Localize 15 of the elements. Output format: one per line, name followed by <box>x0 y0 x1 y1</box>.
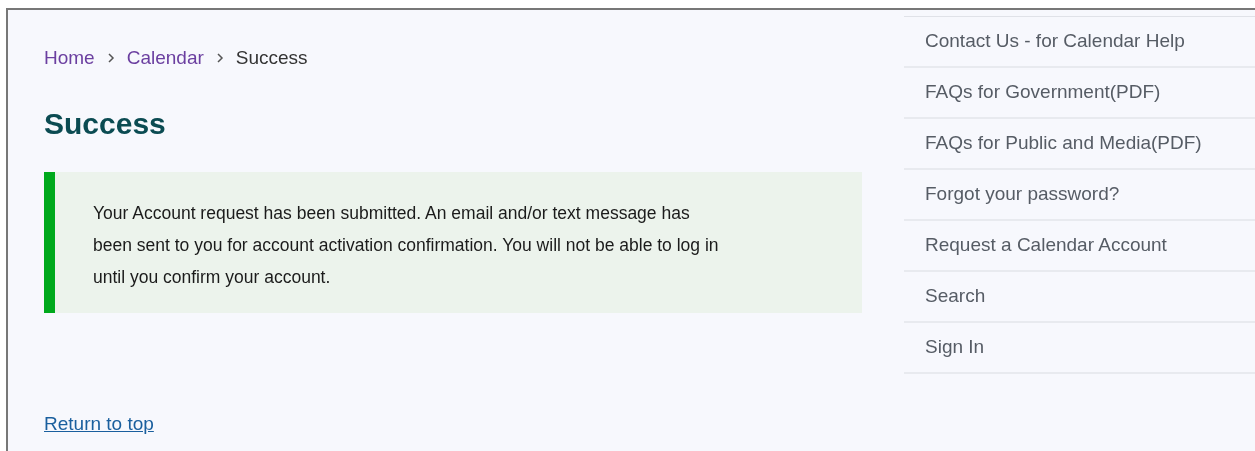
sidebar-link[interactable]: Search <box>904 272 1255 323</box>
sidebar-link[interactable]: Forgot your password? <box>904 170 1255 221</box>
sidebar-link[interactable]: Sign In <box>904 323 1255 374</box>
chevron-icon <box>215 53 224 63</box>
breadcrumb-current: Success <box>235 45 308 70</box>
sidebar-link[interactable]: FAQs for Government(PDF) <box>904 68 1255 119</box>
alert-message: Your Account request has been submitted. An email and/or text message has been sent to you for account activation confirmation. You will not be able to log in until you confirm your account. <box>93 202 720 289</box>
sidebar-link[interactable]: FAQs for Public and Media(PDF) <box>904 119 1255 170</box>
return-to-top-link[interactable]: Return to top <box>44 410 154 439</box>
sidebar-link[interactable]: Request a Calendar Account <box>904 221 1255 272</box>
page-heading: Success <box>44 106 167 142</box>
breadcrumb-link[interactable]: Calendar <box>126 43 204 73</box>
breadcrumb-link[interactable]: Home <box>44 43 95 73</box>
chevron-icon <box>106 53 115 63</box>
sidebar-link[interactable]: Contact Us - for Calendar Help <box>904 17 1255 68</box>
